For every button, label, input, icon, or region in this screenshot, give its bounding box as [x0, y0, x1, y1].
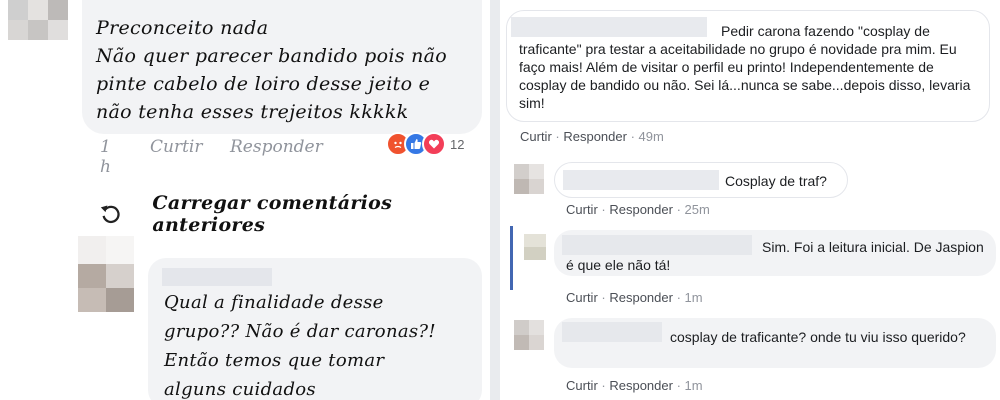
left-comment-panel: Preconceito nada Não quer parecer bandid… — [0, 0, 490, 400]
comment-actions: Curtir · Responder · 1m — [566, 378, 703, 393]
load-previous-comments-button[interactable]: Carregar comentários anteriores — [98, 192, 490, 236]
separator: · — [597, 202, 610, 217]
comment-line: não tenha esses trejeitos kkkkk — [96, 101, 409, 123]
comment-line: Preconceito nada — [96, 17, 269, 39]
like-link[interactable]: Curtir — [150, 137, 202, 157]
avatar[interactable] — [524, 234, 546, 260]
comment-bubble: cosplay de traficante? onde tu viu isso … — [554, 318, 996, 368]
comment-timestamp: 25m — [684, 202, 710, 217]
avatar[interactable] — [514, 164, 544, 194]
reply-link[interactable]: Responder — [609, 290, 673, 305]
comment-timestamp: 49m — [638, 129, 664, 144]
separator: · — [597, 378, 610, 393]
comment-text: Qual a finalidade desse grupo?? Não é da… — [164, 288, 474, 400]
like-link[interactable]: Curtir — [566, 378, 598, 393]
like-link[interactable]: Curtir — [520, 129, 552, 144]
comment-actions: Curtir · Responder · 25m — [566, 202, 710, 217]
reply-link[interactable]: Responder — [609, 202, 673, 217]
separator: · — [626, 129, 639, 144]
avatar[interactable] — [8, 0, 68, 40]
comment-bubble: Qual a finalidade desse grupo?? Não é da… — [148, 258, 482, 400]
comment-line: alguns cuidados — [164, 379, 316, 400]
separator: · — [672, 290, 685, 305]
separator: · — [597, 290, 610, 305]
comment-timestamp: 1m — [684, 378, 703, 393]
comment-bubble: Cosplay de traf? — [554, 162, 848, 198]
comment-line: Não quer parecer bandido pois não — [96, 45, 447, 67]
reload-icon — [100, 205, 120, 224]
reply-link[interactable]: Responder — [563, 129, 627, 144]
load-previous-comments-label: Carregar comentários anteriores — [152, 192, 393, 236]
redacted-author-name — [563, 170, 719, 190]
comment-text: Pedir carona fazendo "cosplay de trafica… — [519, 23, 971, 111]
love-reaction-icon — [422, 132, 446, 156]
separator: · — [672, 378, 685, 393]
separator: · — [672, 202, 685, 217]
reply-link[interactable]: Responder — [609, 378, 673, 393]
avatar[interactable] — [78, 236, 134, 312]
like-link[interactable]: Curtir — [566, 290, 598, 305]
comment-text: Cosplay de traf? — [725, 173, 827, 189]
comment-line: Então temos que tomar — [164, 350, 385, 371]
comment-text: Sim. Foi a leitura inicial. De Jaspion é… — [566, 239, 984, 273]
thread-line — [510, 226, 513, 290]
comment-timestamp: 1m — [684, 290, 703, 305]
comment-actions: Curtir · Responder · 1m — [566, 290, 703, 305]
reply-link[interactable]: Responder — [230, 137, 323, 157]
redacted-author-name — [162, 268, 272, 286]
like-link[interactable]: Curtir — [566, 202, 598, 217]
avatar[interactable] — [514, 320, 544, 350]
comment-timestamp: 1 h — [100, 137, 111, 177]
separator: · — [551, 129, 564, 144]
panel-divider — [490, 0, 500, 400]
comment-bubble: Pedir carona fazendo "cosplay de trafica… — [506, 10, 990, 122]
reactions-summary[interactable]: 12 — [386, 131, 464, 157]
reaction-count: 12 — [450, 136, 465, 152]
comment-line: grupo?? Não é dar caronas?! — [164, 321, 436, 342]
comment-bubble: Preconceito nada Não quer parecer bandid… — [82, 0, 482, 134]
right-comment-panel: Pedir carona fazendo "cosplay de trafica… — [500, 0, 1000, 400]
comment-line: pinte cabelo de loiro desse jeito e — [96, 73, 431, 95]
comment-text: cosplay de traficante? onde tu viu isso … — [670, 329, 966, 345]
comment-line: Qual a finalidade desse — [164, 292, 384, 313]
comment-actions: Curtir · Responder · 49m — [520, 129, 664, 144]
comment-text: Preconceito nada Não quer parecer bandid… — [96, 14, 476, 126]
comment-bubble: Sim. Foi a leitura inicial. De Jaspion é… — [554, 230, 996, 276]
